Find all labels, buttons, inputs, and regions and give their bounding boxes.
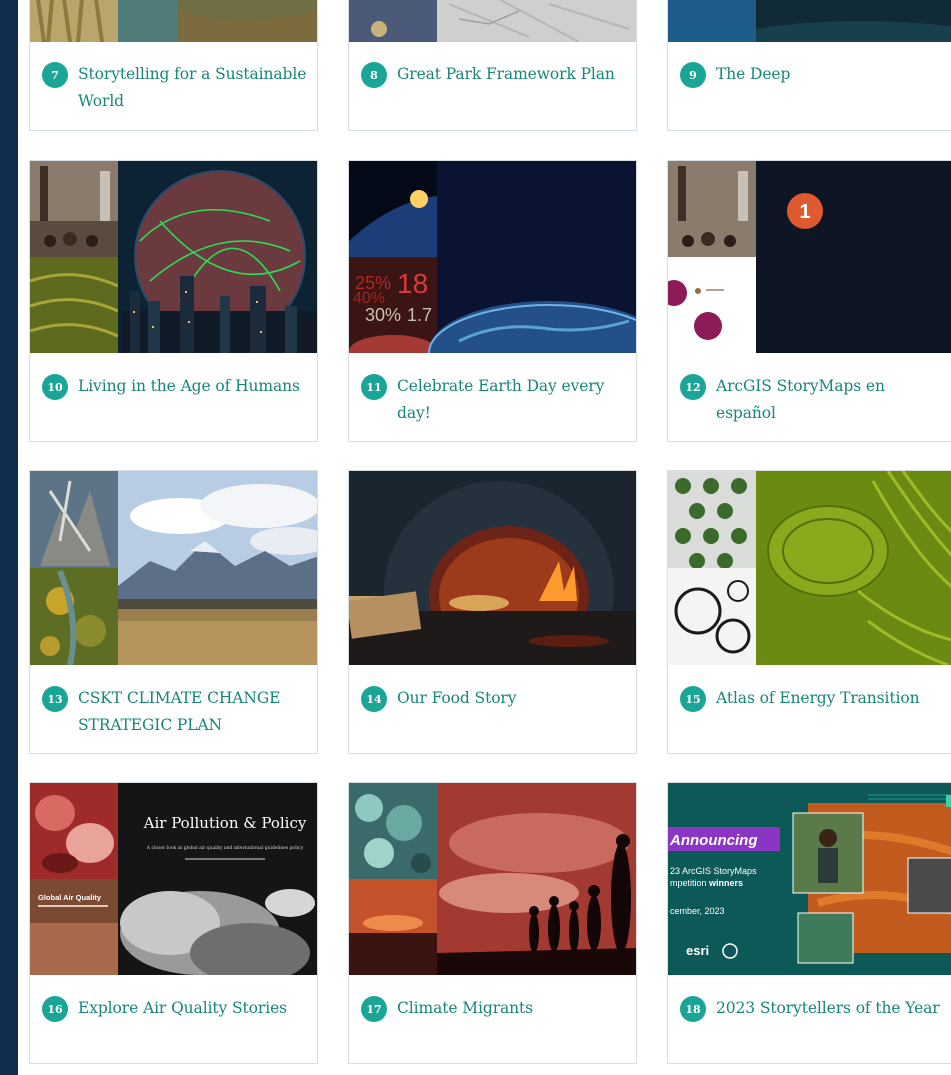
story-number-badge: 13 — [42, 686, 68, 712]
story-title: Our Food Story — [397, 689, 517, 707]
story-thumbnail: Announcing 23 ArcGIS StoryMaps mpetition… — [668, 783, 951, 975]
story-number-badge: 12 — [680, 374, 706, 400]
story-number-badge: 8 — [361, 62, 387, 88]
story-number-badge: 9 — [680, 62, 706, 88]
story-gallery: 7 Storytelling for a Sustainable World 8… — [18, 0, 951, 1075]
story-thumbnail: 25% 18 40% 30% 1.7 — [349, 161, 636, 353]
story-card-8[interactable]: 8 Great Park Framework Plan — [348, 0, 637, 131]
story-card-15[interactable]: 15 Atlas of Energy Transition — [667, 470, 951, 754]
story-thumbnail — [30, 471, 317, 665]
svg-text:mpetition winners: mpetition winners — [670, 878, 743, 888]
story-card-12[interactable]: 1 12 ArcGIS StoryMaps en español — [667, 160, 951, 442]
story-title: Living in the Age of Humans — [78, 377, 300, 395]
story-thumbnail — [349, 783, 636, 975]
esri-logo: esri — [686, 943, 709, 958]
story-card-7[interactable]: 7 Storytelling for a Sustainable World — [29, 0, 318, 131]
thumbnail-line-bold: winners — [708, 878, 743, 888]
story-thumbnail — [30, 161, 317, 353]
story-title: Celebrate Earth Day every day! — [397, 377, 605, 422]
stat-text: 18 — [397, 268, 428, 299]
thumbnail-heading: Announcing — [669, 832, 757, 849]
story-card-10[interactable]: 10 Living in the Age of Humans — [29, 160, 318, 442]
thumbnail-date: cember, 2023 — [670, 906, 725, 916]
story-thumbnail — [668, 0, 951, 42]
story-thumbnail: 1 — [668, 161, 951, 353]
story-title: Climate Migrants — [397, 999, 534, 1017]
map-marker-text: 1 — [799, 201, 810, 223]
thumbnail-line: mpetition — [670, 878, 709, 888]
story-title: Great Park Framework Plan — [397, 65, 615, 83]
story-number-badge: 10 — [42, 374, 68, 400]
story-card-11[interactable]: 25% 18 40% 30% 1.7 11 Celebrate Earth Da… — [348, 160, 637, 442]
story-card-13[interactable]: 13 CSKT CLIMATE CHANGE STRATEGIC PLAN — [29, 470, 318, 754]
story-title: Atlas of Energy Transition — [716, 689, 920, 707]
story-number-badge: 7 — [42, 62, 68, 88]
story-card-16[interactable]: Global Air Quality Air Pollution & Polic… — [29, 782, 318, 1064]
story-thumbnail — [349, 0, 636, 42]
story-number-badge: 17 — [361, 996, 387, 1022]
stat-text: 30% — [365, 305, 401, 325]
story-thumbnail: Global Air Quality Air Pollution & Polic… — [30, 783, 317, 975]
story-number-badge: 14 — [361, 686, 387, 712]
story-number-badge: 16 — [42, 996, 68, 1022]
story-number-badge: 18 — [680, 996, 706, 1022]
story-title: Storytelling for a Sustainable World — [78, 65, 307, 110]
story-number-badge: 15 — [680, 686, 706, 712]
thumbnail-line: 23 ArcGIS StoryMaps — [670, 866, 757, 876]
story-title: CSKT CLIMATE CHANGE STRATEGIC PLAN — [78, 689, 281, 734]
story-thumbnail — [668, 471, 951, 665]
story-card-14[interactable]: 14 Our Food Story — [348, 470, 637, 754]
story-number-badge: 11 — [361, 374, 387, 400]
story-card-17[interactable]: 17 Climate Migrants — [348, 782, 637, 1064]
story-card-9[interactable]: 9 The Deep — [667, 0, 951, 131]
story-thumbnail — [30, 0, 317, 42]
thumbnail-title: Air Pollution & Policy — [143, 814, 307, 832]
story-thumbnail — [349, 471, 636, 665]
story-title: 2023 Storytellers of the Year — [716, 999, 940, 1017]
panel-title: Global Air Quality — [38, 893, 102, 902]
story-card-18[interactable]: Announcing 23 ArcGIS StoryMaps mpetition… — [667, 782, 951, 1064]
story-title: ArcGIS StoryMaps en español — [716, 377, 885, 422]
stat-text: 1.7 — [407, 305, 432, 325]
story-title: Explore Air Quality Stories — [78, 999, 287, 1017]
thumbnail-subtitle: A closer look at global air quality and … — [146, 845, 304, 851]
story-title: The Deep — [716, 65, 791, 83]
